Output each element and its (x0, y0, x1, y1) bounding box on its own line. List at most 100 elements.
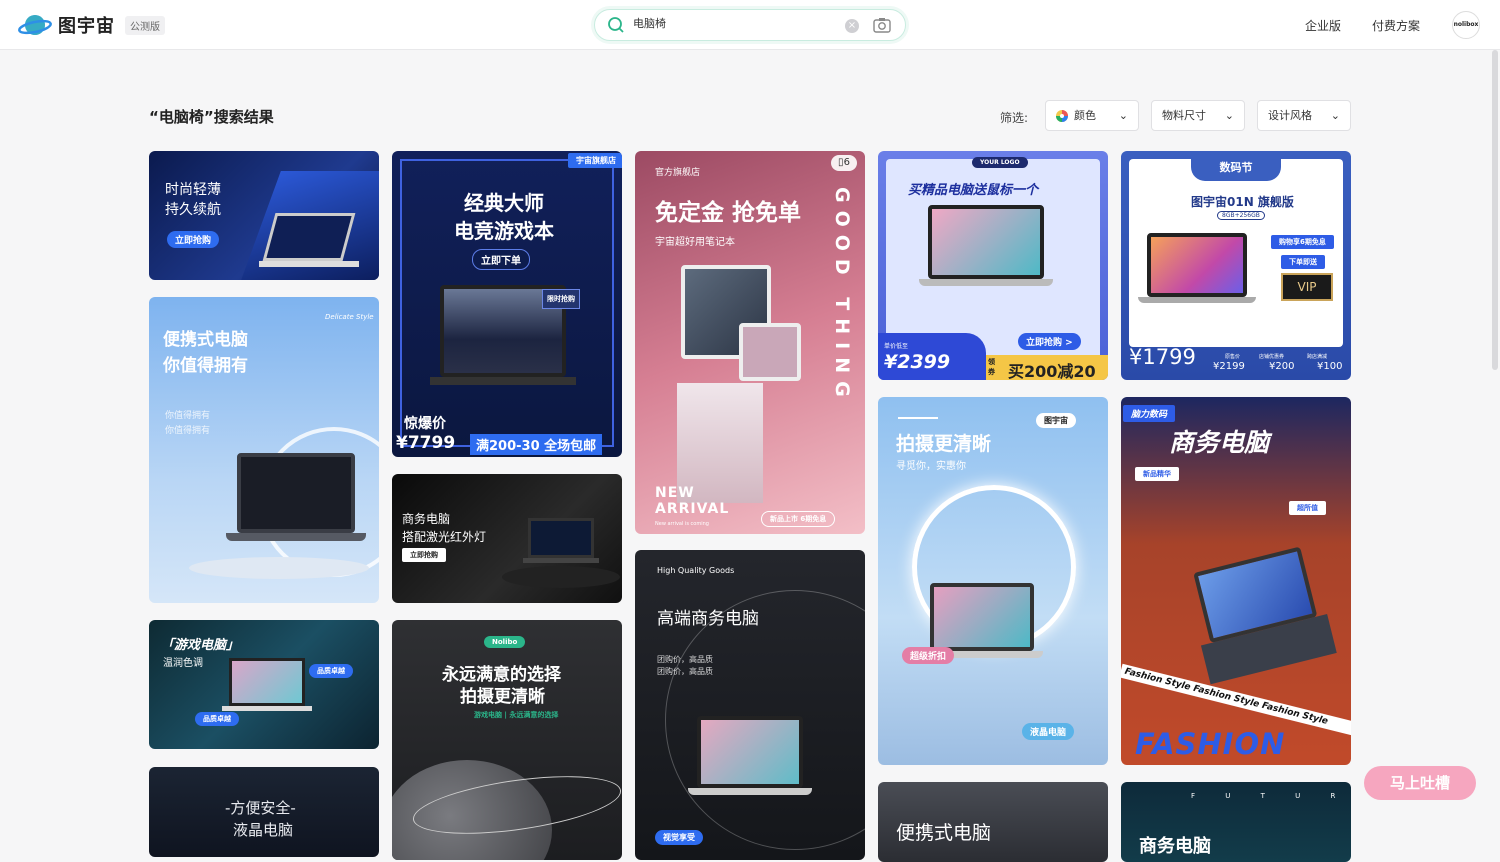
price: ¥2399 (884, 351, 951, 373)
buy-now-button[interactable]: 立即抢购 (402, 548, 446, 562)
card-subheadline: 拍摄更清晰 (460, 687, 545, 707)
card-subheadline: 持久续航 (165, 202, 221, 218)
camera-icon[interactable] (873, 17, 891, 33)
logo[interactable]: 图宇宙 公测版 (18, 12, 165, 38)
result-card[interactable]: 官方旗舰店 免定金 抢免单 宇宙超好用笔记本 GOOD THING ▯6 NEW… (635, 151, 865, 534)
promo-tag: 购物享6期免息 (1271, 235, 1334, 249)
card-headline: 图宇宙01N 旗舰版 (1191, 195, 1294, 209)
chevron-down-icon: ⌄ (1118, 109, 1128, 122)
feature-tag: 超所值 (1289, 501, 1326, 515)
buy-now-button[interactable]: 立即抢购 > (1018, 333, 1081, 350)
card-subheadline: 电竞游戏本 (454, 219, 554, 243)
vertical-slogan: GOOD THING (831, 187, 853, 405)
filter-color[interactable]: 颜色 ⌄ (1045, 100, 1139, 131)
planet-logo-icon (18, 15, 52, 35)
brand-name: 图宇宙 (58, 16, 115, 37)
result-card[interactable]: Nolibo 永远满意的选择 拍摄更清晰 游戏电脑 | 永远满意的选择 (392, 620, 622, 860)
search-icon[interactable] (607, 16, 625, 34)
price-label: 单价低至 (884, 343, 909, 350)
result-card[interactable]: 商务电脑 搭配激光红外灯 立即抢购 (392, 474, 622, 603)
card-headline: 便携式电脑 (896, 822, 992, 844)
card-subheadline: 搭配激光红外灯 (402, 530, 487, 544)
buy-now-button[interactable]: 立即抢购 (167, 231, 220, 248)
page-count-badge[interactable]: ▯6 (831, 155, 857, 171)
discount-tag: 超级折扣 (902, 647, 955, 664)
card-subheadline: 寻觅你，实惠你 (896, 461, 966, 472)
top-navigation-bar: 图宇宙 公测版 × 企业版 付费方案 nolibox (0, 0, 1500, 50)
filter-size-label: 物料尺寸 (1162, 109, 1206, 122)
card-caption: 游戏电脑 | 永远满意的选择 (474, 711, 559, 719)
feature-tag: 视觉享受 (655, 830, 703, 845)
result-card[interactable]: 拍摄更清晰 寻觅你，实惠你 图宇宙 超级折扣 液晶电脑 (878, 397, 1108, 765)
result-card[interactable]: F U T U R E 商务电脑 (1121, 782, 1351, 862)
divider (898, 417, 938, 419)
laptop-image (1193, 544, 1337, 685)
results-title: “电脑椅”搜索结果 (149, 108, 274, 126)
nav-enterprise[interactable]: 企业版 (1305, 17, 1341, 34)
scrollbar[interactable] (1492, 50, 1498, 370)
feature-tag: 新品精华 (1135, 467, 1179, 481)
result-card[interactable]: 便携式电脑 (878, 782, 1108, 862)
filter-size[interactable]: 物料尺寸 ⌄ (1151, 100, 1245, 131)
filter-color-label: 颜色 (1074, 109, 1096, 122)
price: ¥7799 (396, 433, 456, 453)
filter-label: 筛选: (1000, 111, 1029, 125)
promo-badge: 新品上市 6期免息 (761, 511, 836, 527)
laptop-image (259, 213, 359, 267)
brand-tag: 脑力数码 (1123, 405, 1176, 422)
card-headline: 「游戏电脑」 (161, 638, 240, 653)
result-card[interactable]: YOUR LOGO 买精品电脑送鼠标一个 立即抢购 > 单价低至 ¥2399 领… (878, 151, 1108, 380)
card-subheadline: 温润色调 (163, 658, 203, 669)
chevron-down-icon: ⌄ (1224, 109, 1234, 122)
beta-badge: 公测版 (125, 15, 165, 35)
promo-text: 买200减20 (1008, 362, 1096, 380)
result-card[interactable]: 脑力数码 商务电脑 新品精华 超所值 Fashion Style Fashion… (1121, 397, 1351, 765)
feedback-button[interactable]: 马上吐槽 (1364, 766, 1476, 800)
chevron-down-icon: ⌄ (1330, 109, 1340, 122)
quality-tag: 品质卓越 (309, 664, 353, 678)
festival-header: 数码节 (1191, 155, 1281, 181)
avatar[interactable]: nolibox (1452, 11, 1480, 39)
vip-badge: VIP (1281, 273, 1333, 301)
price-label: 限时特价 (1131, 332, 1163, 341)
card-headline: 商务电脑 (1169, 428, 1270, 457)
card-subheadline: 液晶电脑 (233, 821, 294, 839)
laptop-image (226, 453, 366, 541)
laptop-image (919, 205, 1053, 286)
quality-tag: 品质卓越 (195, 712, 239, 726)
result-card[interactable]: 数码节 图宇宙01N 旗舰版 8GB+256GB 购物享6期免息 下单即送 VI… (1121, 151, 1351, 380)
product-tag: 液晶电脑 (1022, 723, 1075, 740)
search-input[interactable] (633, 16, 833, 29)
clear-search-icon[interactable]: × (845, 19, 859, 33)
result-card[interactable]: 便携式电脑 你值得拥有 Delicate Style 你值得拥有 你值得拥有 (149, 297, 379, 603)
laptop-image (523, 518, 599, 563)
card-caption: 你值得拥有 (165, 426, 211, 436)
price-item: ¥2199 (1213, 361, 1245, 372)
filter-style[interactable]: 设计风格 ⌄ (1257, 100, 1351, 131)
card-caption: 你值得拥有 (165, 411, 211, 421)
order-now-button[interactable]: 立即下单 (472, 249, 530, 270)
brand-badge: 图宇宙 (1036, 413, 1076, 428)
result-card[interactable]: 宇宙旗舰店 经典大师 电竞游戏本 立即下单 限时抢购 惊爆价 ¥7799 满20… (392, 151, 622, 457)
card-headline: 拍摄更清晰 (896, 433, 992, 455)
brand-logo: YOUR LOGO (972, 157, 1028, 168)
nav-pricing[interactable]: 付费方案 (1372, 17, 1420, 34)
podium (502, 566, 620, 588)
result-card[interactable]: High Quality Goods 高端商务电脑 团购价，高品质 团购价，高品… (635, 550, 865, 860)
card-headline: -方便安全- (225, 799, 296, 817)
card-headline: 买精品电脑送鼠标一个 (908, 183, 1039, 198)
laptop-image (688, 716, 812, 795)
card-headline: 时尚轻薄 (165, 182, 221, 198)
result-card[interactable]: 「游戏电脑」 温润色调 品质卓越 品质卓越 (149, 620, 379, 749)
price-caption: 店铺优惠券 (1259, 354, 1285, 360)
price-item: ¥100 (1317, 361, 1343, 372)
price-caption: 原售价 (1225, 354, 1241, 360)
arrival-line2: ARRIVAL (655, 501, 730, 517)
podium (189, 557, 369, 579)
result-card[interactable]: 时尚轻薄 持久续航 立即抢购 (149, 151, 379, 280)
card-headline: 商务电脑 (402, 512, 451, 526)
card-subheadline: 你值得拥有 (163, 356, 248, 376)
card-headline: 商务电脑 (1139, 836, 1211, 857)
price-caption: 跨店满减 (1307, 354, 1328, 360)
price: ¥1799 (1129, 345, 1196, 369)
